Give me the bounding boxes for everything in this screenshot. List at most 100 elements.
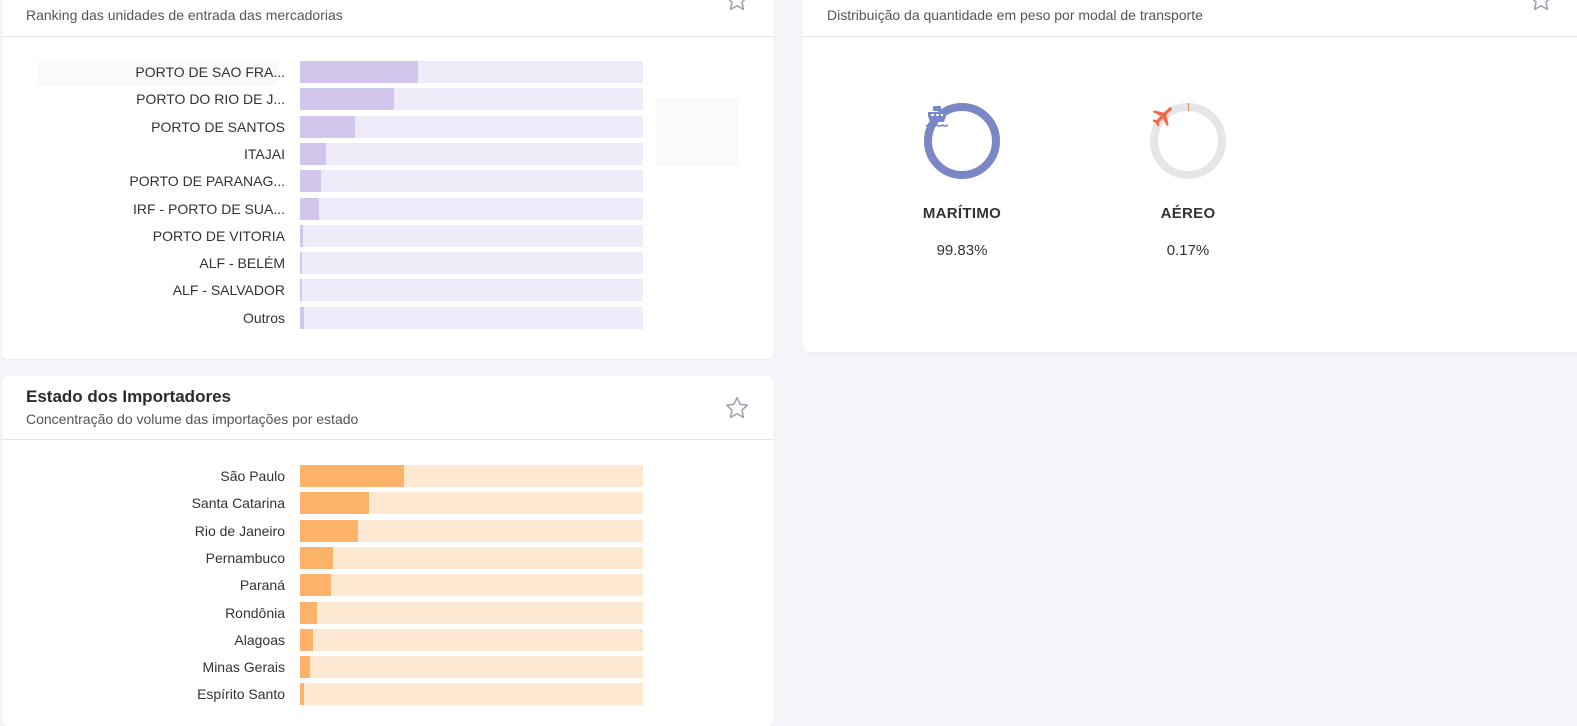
bar-track	[300, 546, 643, 569]
states-card-header: Estado dos Importadores Concentração do …	[2, 376, 773, 440]
ports-card-header: Ranking das unidades de entrada das merc…	[2, 0, 773, 37]
bar-label: Rio de Janeiro	[194, 522, 285, 539]
bar-row[interactable]: IRF - PORTO DE SUA...	[2, 197, 773, 220]
bar	[300, 628, 314, 651]
bar-track	[300, 170, 643, 193]
star-icon	[725, 396, 749, 419]
bar-label: PORTO DE VITORIA	[152, 227, 285, 244]
modal-card-header: Distribuição da quantidade em peso por m…	[803, 0, 1577, 37]
modal-favorite-button[interactable]	[1527, 0, 1555, 14]
ship-icon	[925, 106, 949, 127]
states-card-title: Estado dos Importadores	[26, 387, 231, 406]
aereo-percent: 0.17%	[1166, 242, 1210, 259]
bar-label: ALF - SALVADOR	[172, 282, 285, 299]
bar-row[interactable]: PORTO DE PARANAG...	[2, 170, 773, 193]
bar-row[interactable]: PORTO DE SANTOS	[2, 115, 773, 138]
modal-card-subtitle: Distribuição da quantidade em peso por m…	[827, 7, 1203, 23]
modal-distribution-card: Distribuição da quantidade em peso por m…	[803, 0, 1577, 352]
maritimo-ring	[922, 101, 1002, 181]
bar	[300, 115, 355, 138]
bar-track	[300, 306, 643, 329]
bar-label: Outros	[242, 309, 285, 326]
bar-row[interactable]: Paraná	[2, 574, 773, 597]
bar-row[interactable]: PORTO DE VITORIA	[2, 224, 773, 247]
modal-item-maritimo[interactable]: MARÍTIMO 99.83%	[882, 101, 1042, 259]
aereo-ring	[1148, 101, 1228, 181]
bar	[300, 306, 305, 329]
bar	[300, 601, 318, 624]
bar-track	[300, 574, 643, 597]
bar-label: Rondônia	[225, 604, 285, 621]
bar-row[interactable]: PORTO DO RIO DE J...	[2, 88, 773, 111]
bar-row[interactable]: ALF - BELÉM	[2, 252, 773, 275]
bar	[300, 492, 369, 515]
bar	[300, 465, 404, 487]
maritimo-label: MARÍTIMO	[922, 205, 1002, 222]
bar	[300, 170, 322, 193]
bar-track	[300, 519, 643, 542]
bar-track	[300, 88, 643, 111]
bar-track	[300, 224, 643, 247]
bar-row[interactable]: Pernambuco	[2, 546, 773, 569]
bar-track	[300, 197, 643, 220]
bar-row[interactable]: PORTO DE SAO FRA...	[2, 61, 773, 83]
maritimo-percent: 99.83%	[936, 242, 988, 259]
bar-track	[300, 656, 643, 679]
bar-row[interactable]: Alagoas	[2, 628, 773, 651]
bar	[300, 683, 305, 706]
bar-track	[300, 279, 643, 302]
bar-label: São Paulo	[220, 468, 285, 484]
bar-row[interactable]: Outros	[2, 306, 773, 329]
bar-label: PORTO DE SANTOS	[151, 118, 285, 135]
star-icon	[1532, 0, 1550, 11]
bar	[300, 224, 304, 247]
bar	[300, 656, 311, 679]
bar	[300, 279, 303, 302]
modal-item-aereo[interactable]: AÉREO 0.17%	[1108, 101, 1268, 259]
bar-track	[300, 252, 643, 275]
bar-label: IRF - PORTO DE SUA...	[133, 200, 285, 217]
bar	[300, 142, 326, 165]
bar-label: Pernambuco	[205, 549, 285, 566]
bar	[300, 519, 358, 542]
bar-row[interactable]: ALF - SALVADOR	[2, 279, 773, 302]
ports-ranking-card: Ranking das unidades de entrada das merc…	[2, 0, 773, 359]
bar	[300, 61, 419, 83]
bar-track	[300, 628, 643, 651]
bar-row[interactable]: ITAJAI	[2, 142, 773, 165]
bar-row[interactable]: Rio de Janeiro	[2, 519, 773, 542]
bar-row[interactable]: Rondônia	[2, 601, 773, 624]
bar	[300, 546, 333, 569]
bar-label: Minas Gerais	[202, 659, 285, 676]
bar	[300, 574, 332, 597]
bar-track	[300, 492, 643, 515]
bar	[300, 197, 319, 220]
bar-row[interactable]: São Paulo	[2, 465, 773, 487]
bar-track	[300, 683, 643, 706]
bar-track	[300, 601, 643, 624]
states-favorite-button[interactable]	[723, 394, 751, 422]
states-card-subtitle: Concentração do volume das importações p…	[26, 411, 359, 427]
bar-track	[300, 142, 643, 165]
bar-label: Alagoas	[234, 631, 285, 648]
ports-favorite-button[interactable]	[723, 0, 751, 14]
bar-label: ALF - BELÉM	[199, 255, 285, 272]
bar-track	[300, 61, 643, 83]
bar-track	[300, 115, 643, 138]
importer-states-card: Estado dos Importadores Concentração do …	[2, 376, 773, 726]
bar-row[interactable]: Minas Gerais	[2, 656, 773, 679]
bar-label: Santa Catarina	[191, 495, 285, 512]
ports-card-subtitle: Ranking das unidades de entrada das merc…	[26, 7, 343, 23]
airplane-icon	[1152, 107, 1172, 127]
bar-label: Espírito Santo	[197, 686, 285, 703]
bar	[300, 252, 303, 275]
bar-track	[300, 465, 643, 487]
bar-label: PORTO DO RIO DE J...	[136, 91, 285, 108]
bar	[300, 88, 395, 111]
star-icon	[728, 0, 746, 11]
bar-label: PORTO DE SAO FRA...	[135, 64, 285, 80]
bar-label: Paraná	[239, 577, 285, 594]
bar-row[interactable]: Santa Catarina	[2, 492, 773, 515]
bar-label: PORTO DE PARANAG...	[129, 173, 285, 190]
bar-row[interactable]: Espírito Santo	[2, 683, 773, 706]
